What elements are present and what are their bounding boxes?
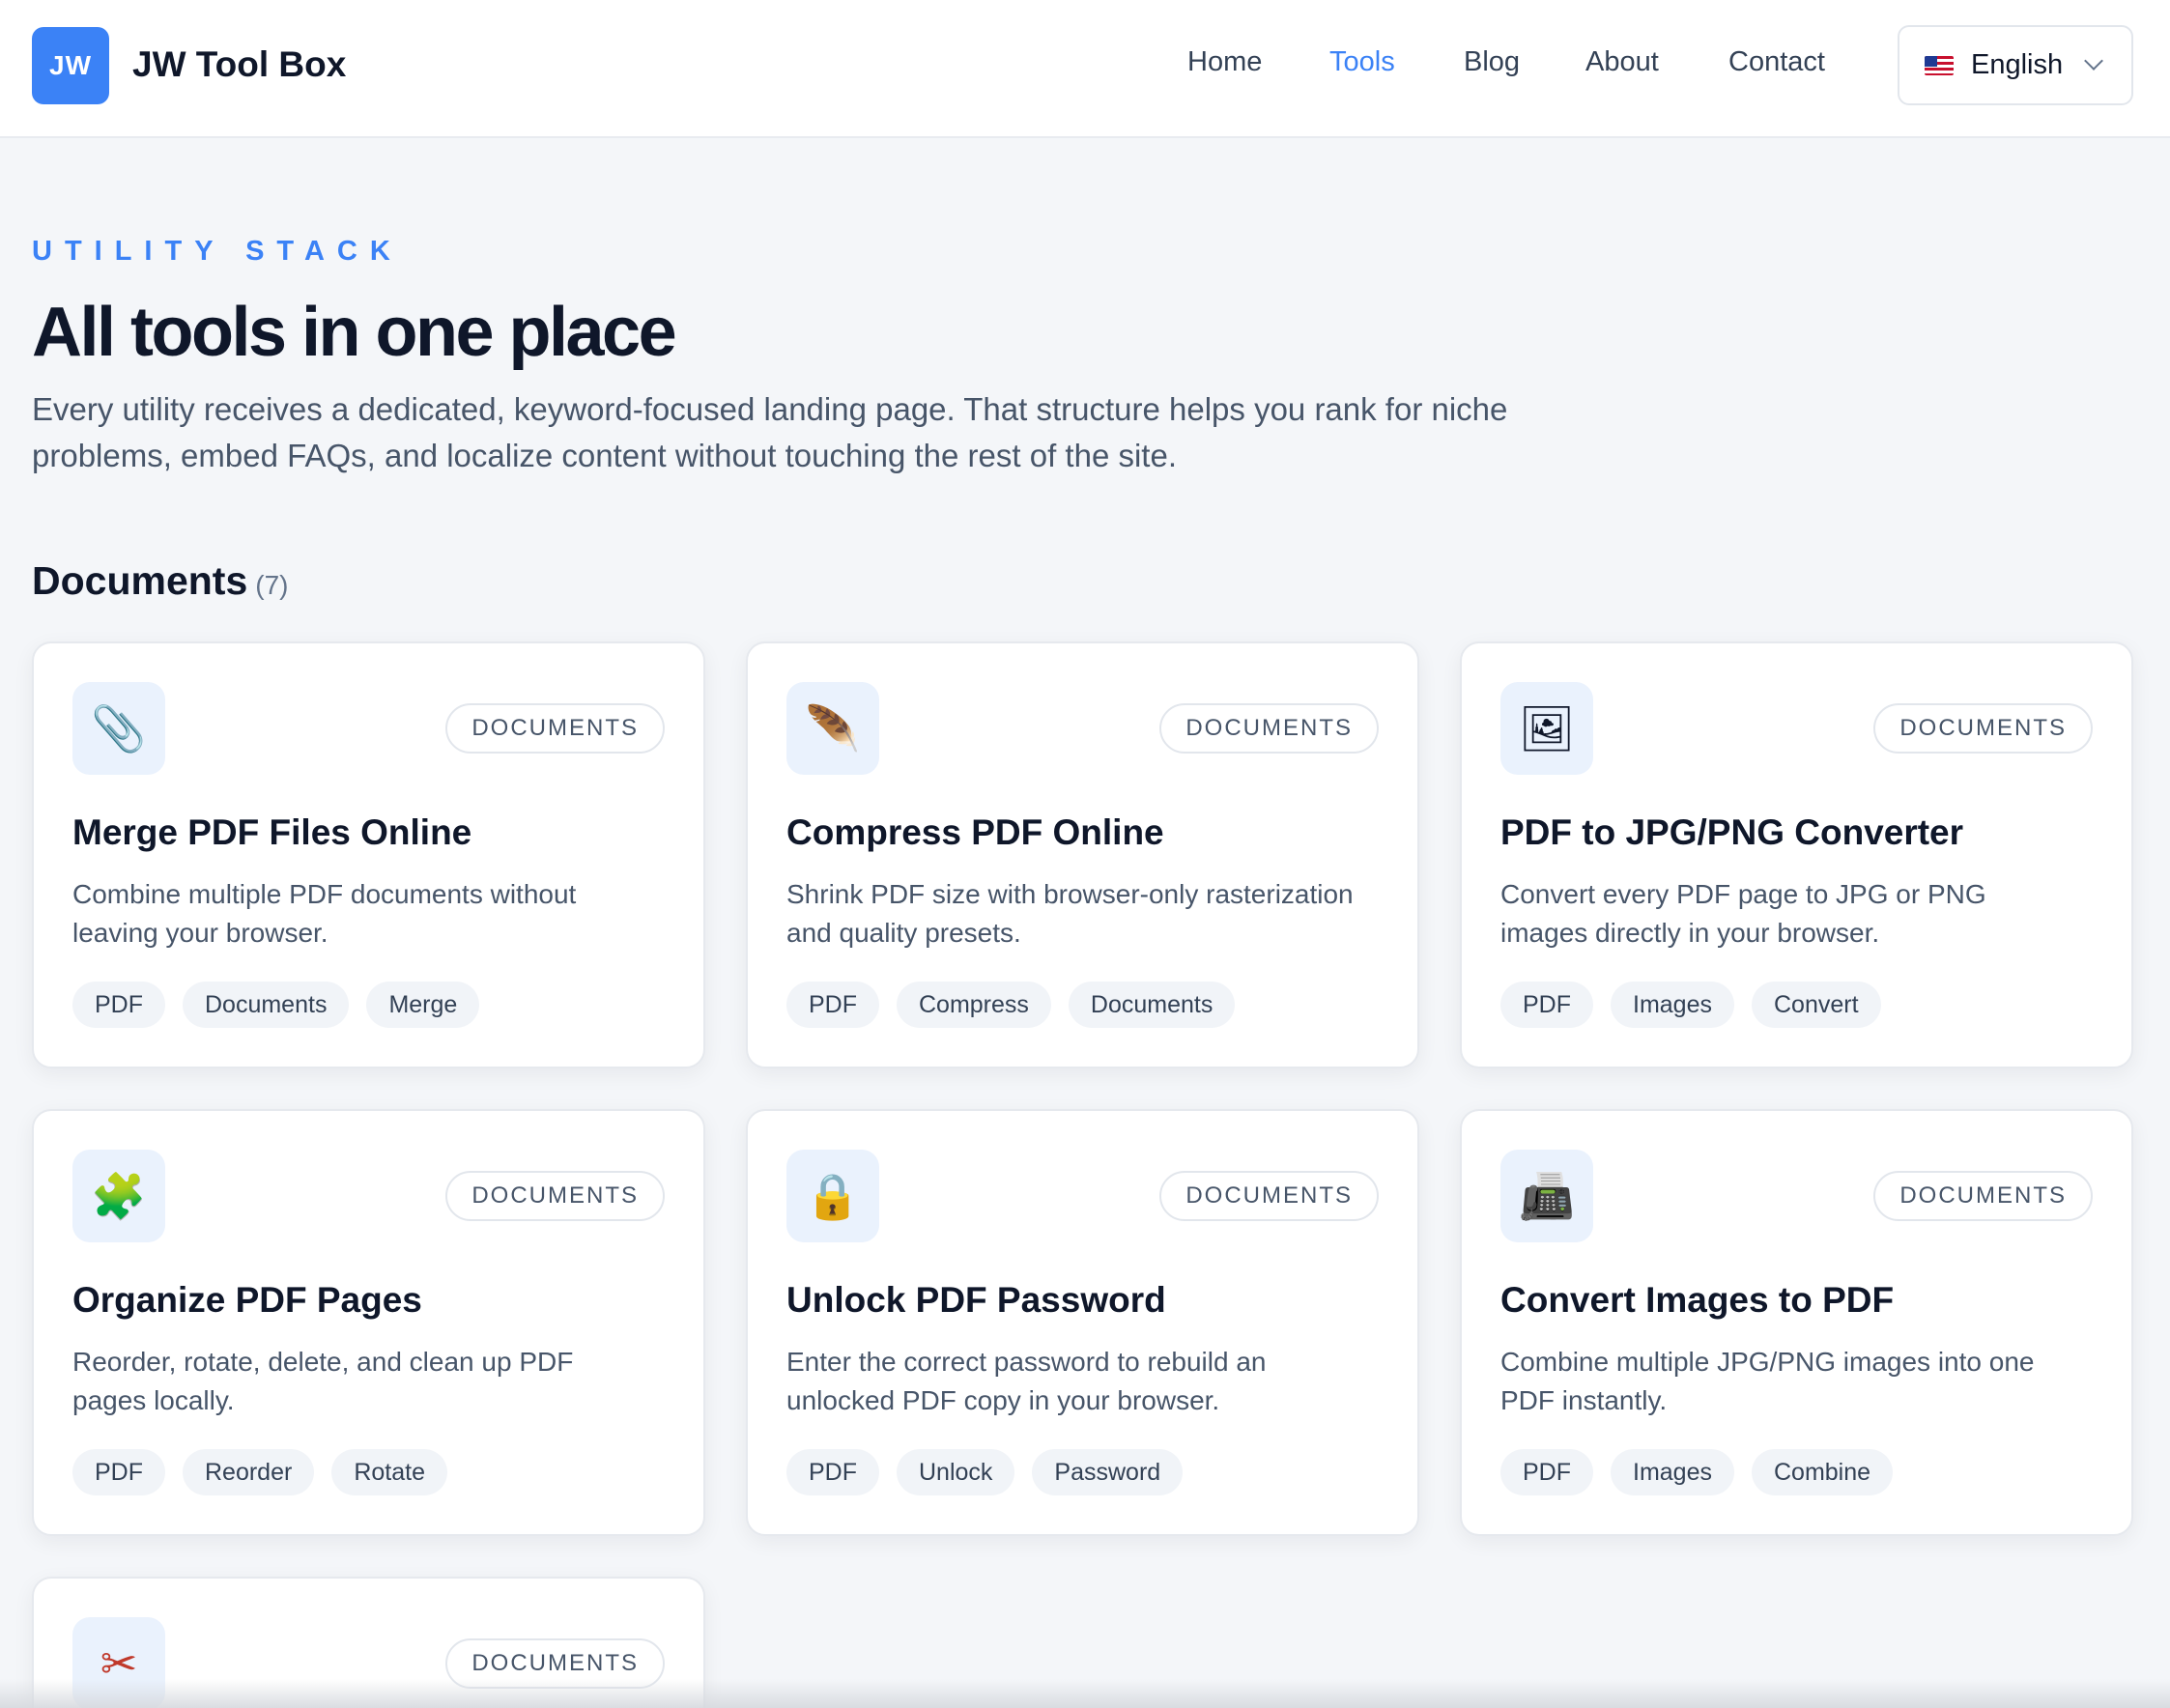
nav-blog[interactable]: Blog (1464, 46, 1520, 78)
picture-icon: 🖼 (1500, 682, 1593, 775)
us-flag-icon (1925, 55, 1954, 75)
card-description: Enter the correct password to rebuild an… (786, 1347, 1267, 1415)
tool-card[interactable]: 🔒 DOCUMENTS Unlock PDF Password Enter th… (746, 1109, 1419, 1536)
tag-list: PDF Compress Documents (786, 982, 1236, 1028)
tool-card[interactable]: 🖼 DOCUMENTS PDF to JPG/PNG Converter Con… (1460, 641, 2133, 1068)
card-description: Convert every PDF page to JPG or PNG ima… (1500, 879, 1986, 948)
tool-card[interactable]: 📎 DOCUMENTS Merge PDF Files Online Combi… (32, 641, 705, 1068)
nav-home[interactable]: Home (1187, 46, 1262, 78)
tool-card[interactable]: 🧩 DOCUMENTS Organize PDF Pages Reorder, … (32, 1109, 705, 1536)
tag: PDF (1500, 982, 1593, 1028)
tag: Images (1611, 1449, 1734, 1495)
card-title: Compress PDF Online (786, 812, 1164, 852)
tag: Compress (897, 982, 1051, 1028)
card-title: Unlock PDF Password (786, 1280, 1166, 1320)
tag: Combine (1751, 1449, 1894, 1495)
hero-eyebrow: UTILITY STACK (32, 236, 403, 267)
tag: PDF (786, 982, 879, 1028)
tag: Documents (1068, 982, 1236, 1028)
category-badge: DOCUMENTS (445, 703, 665, 754)
card-description: Combine multiple PDF documents without l… (72, 879, 577, 948)
tag-list: PDF Documents Merge (72, 982, 480, 1028)
section-title-text: Documents (32, 558, 248, 603)
tag: PDF (1500, 1449, 1593, 1495)
language-selector[interactable]: English (1898, 25, 2133, 105)
lock-icon: 🔒 (786, 1150, 879, 1242)
card-title: PDF to JPG/PNG Converter (1500, 812, 1964, 852)
hero-description: Every utility receives a dedicated, keyw… (32, 391, 1508, 473)
tag: PDF (72, 982, 165, 1028)
category-badge: DOCUMENTS (1159, 1171, 1379, 1221)
tag: Reorder (183, 1449, 315, 1495)
feather-icon: 🪶 (786, 682, 879, 775)
section-count: (7) (255, 570, 289, 600)
site-header: JW JW Tool Box Home Tools Blog About Con… (0, 0, 2170, 138)
tag: Convert (1751, 982, 1881, 1028)
fax-icon: 📠 (1500, 1150, 1593, 1242)
card-title: Organize PDF Pages (72, 1280, 422, 1320)
tag: Images (1611, 982, 1734, 1028)
section-title: Documents (7) (32, 558, 289, 604)
language-label: English (1971, 49, 2064, 80)
tag-list: PDF Reorder Rotate (72, 1449, 447, 1495)
tag-list: PDF Images Combine (1500, 1449, 1894, 1495)
card-title: Merge PDF Files Online (72, 812, 472, 852)
card-description: Shrink PDF size with browser-only raster… (786, 879, 1354, 948)
tag: PDF (72, 1449, 165, 1495)
tag: Merge (366, 982, 480, 1028)
puzzle-icon: 🧩 (72, 1150, 165, 1242)
nav-contact[interactable]: Contact (1728, 46, 1825, 78)
paperclip-icon: 📎 (72, 682, 165, 775)
card-description: Combine multiple JPG/PNG images into one… (1500, 1347, 2035, 1415)
category-badge: DOCUMENTS (1873, 1171, 2093, 1221)
category-badge: DOCUMENTS (445, 1171, 665, 1221)
tag: Password (1032, 1449, 1184, 1495)
tag: PDF (786, 1449, 879, 1495)
tag: Unlock (897, 1449, 1015, 1495)
tool-card[interactable]: 📠 DOCUMENTS Convert Images to PDF Combin… (1460, 1109, 2133, 1536)
tag: Documents (183, 982, 350, 1028)
brand-name[interactable]: JW Tool Box (132, 44, 346, 85)
nav-tools[interactable]: Tools (1329, 46, 1395, 78)
card-title: Convert Images to PDF (1500, 1280, 1895, 1320)
chevron-down-icon (2084, 51, 2103, 71)
page-title: All tools in one place (32, 294, 677, 371)
category-badge: DOCUMENTS (1873, 703, 2093, 754)
scroll-fade (0, 1679, 2170, 1708)
tag-list: PDF Images Convert (1500, 982, 1881, 1028)
card-description: Reorder, rotate, delete, and clean up PD… (72, 1347, 574, 1415)
tag: Rotate (331, 1449, 447, 1495)
nav-about[interactable]: About (1585, 46, 1659, 78)
logo-badge[interactable]: JW (32, 27, 109, 104)
tool-card[interactable]: 🪶 DOCUMENTS Compress PDF Online Shrink P… (746, 641, 1419, 1068)
tag-list: PDF Unlock Password (786, 1449, 1184, 1495)
category-badge: DOCUMENTS (1159, 703, 1379, 754)
